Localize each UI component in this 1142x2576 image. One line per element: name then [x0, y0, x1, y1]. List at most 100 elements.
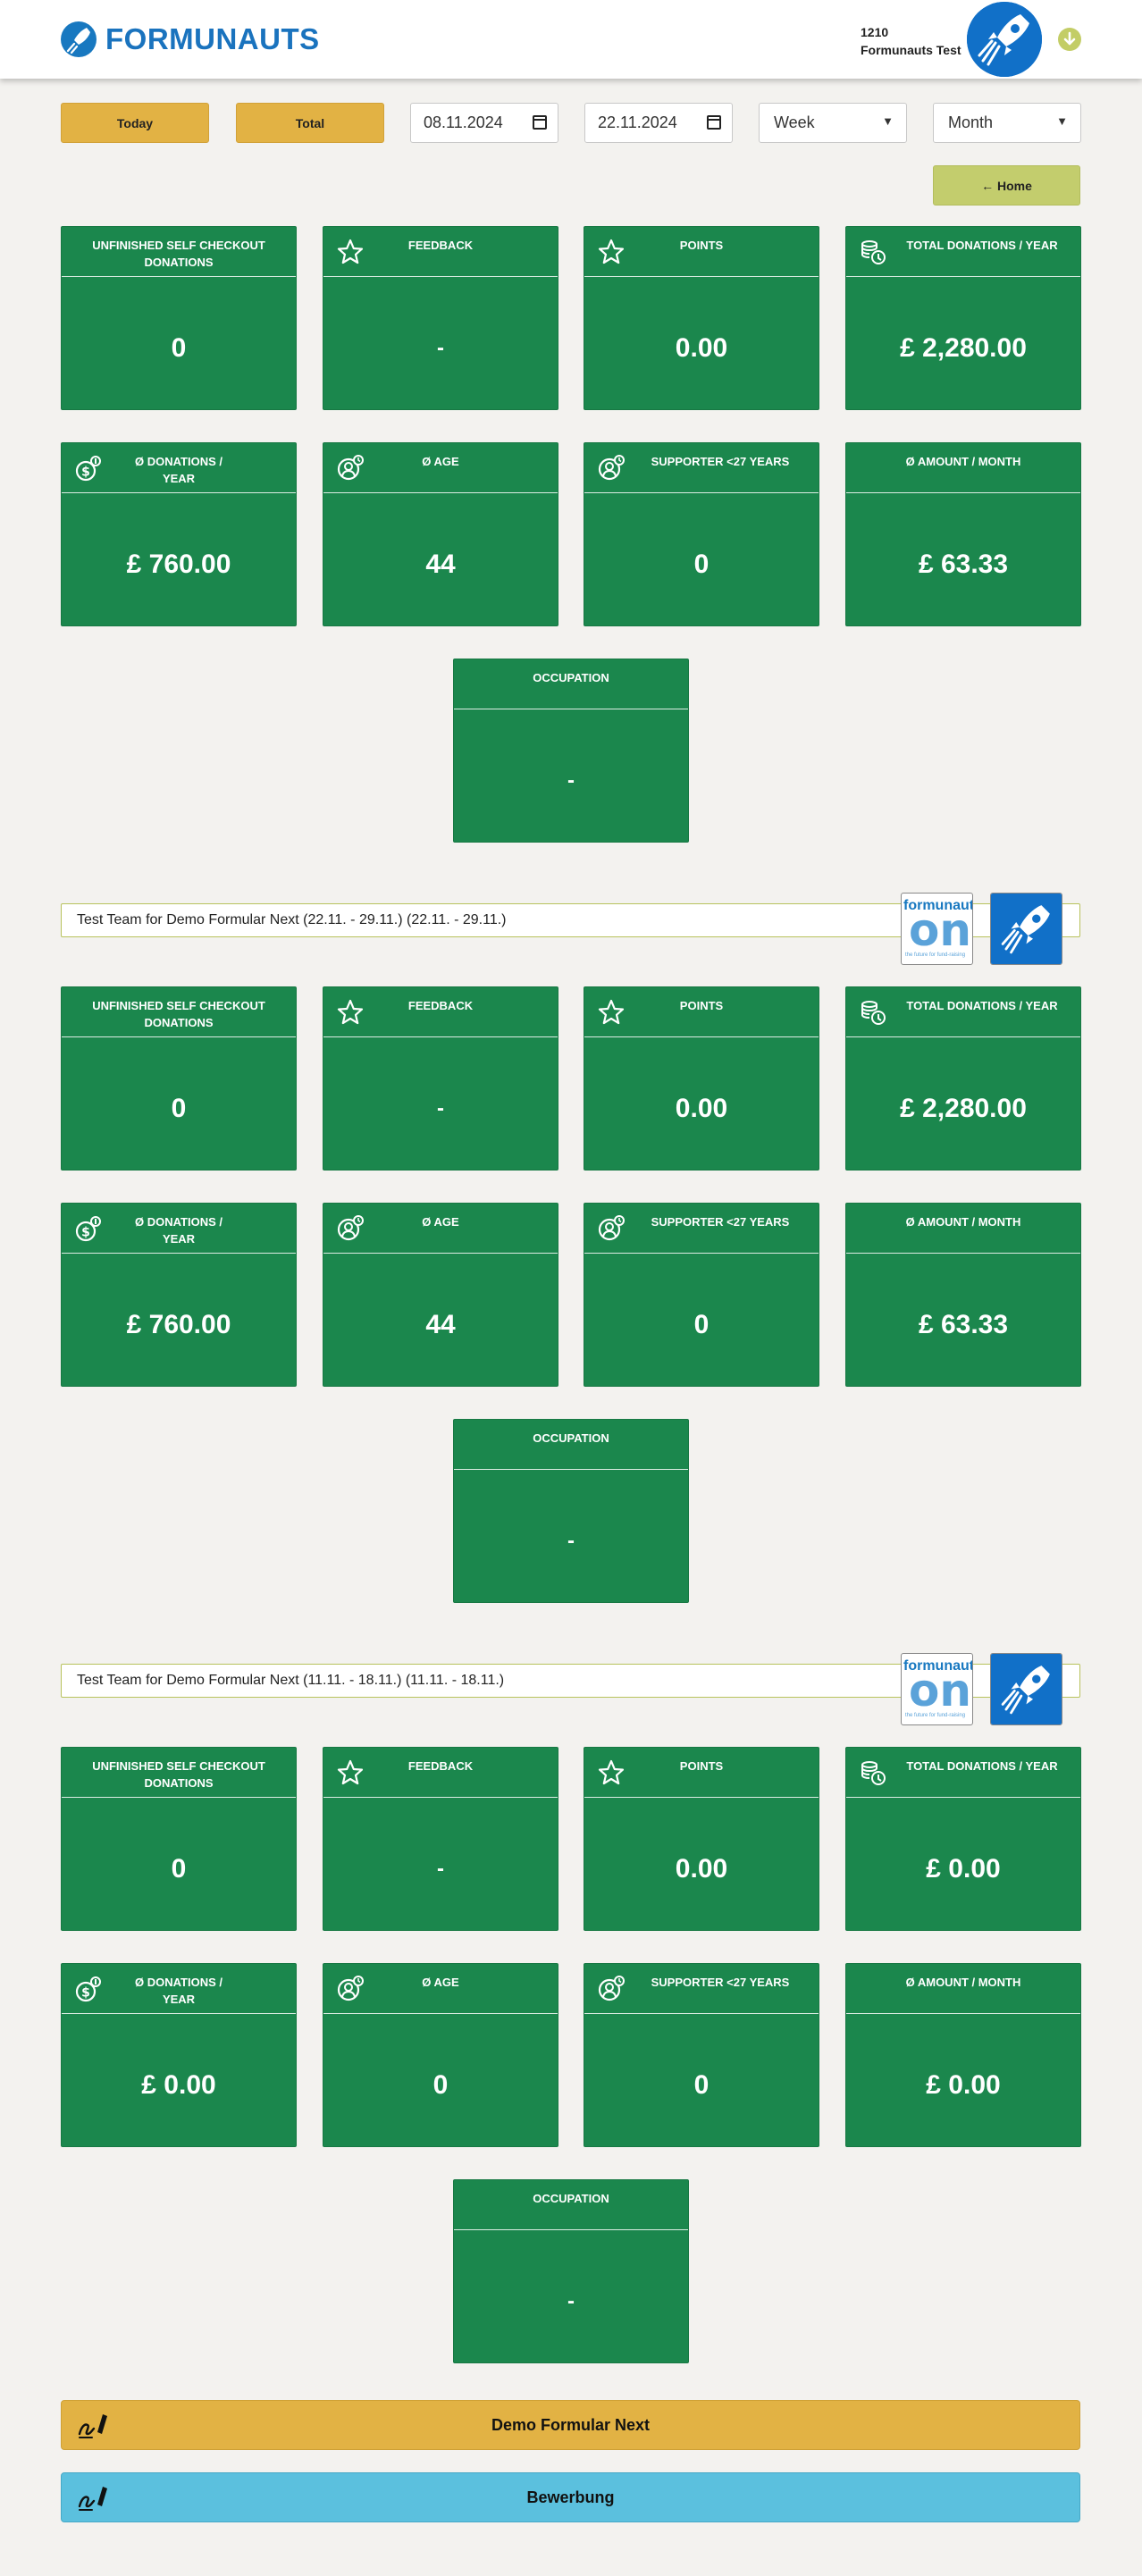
- tile-value: 0: [171, 333, 187, 363]
- coins-icon: [859, 998, 887, 1027]
- tile-title: Total donations / year: [906, 999, 1058, 1012]
- demo-formular-next-label: Demo Formular Next: [491, 2415, 651, 2434]
- date-to-input[interactable]: 22.11.2024: [584, 103, 733, 143]
- chevron-down-icon: ▼: [1056, 114, 1068, 128]
- arrow-down-icon: [1063, 31, 1076, 46]
- rocket-icon: [967, 2, 1042, 77]
- star-icon: [597, 238, 626, 266]
- person-icon: [336, 1975, 365, 2003]
- tile-value: -: [567, 768, 575, 793]
- tile-value: -: [437, 1096, 444, 1120]
- tile-value: -: [567, 2289, 575, 2313]
- stat-tile-avg-donations: Ø Donations / year £ 760.00: [61, 1203, 297, 1387]
- rocket-logo-icon: [61, 21, 97, 57]
- date-from-input[interactable]: 08.11.2024: [410, 103, 558, 143]
- demo-formular-next-button[interactable]: Demo Formular Next: [61, 2400, 1080, 2450]
- tile-value: -: [567, 1529, 575, 1553]
- tile-value: 44: [425, 550, 456, 579]
- bewerbung-button[interactable]: Bewerbung: [61, 2472, 1080, 2522]
- tile-value: £ 63.33: [918, 550, 1009, 579]
- tile-title: Occupation: [533, 2192, 609, 2205]
- tile-value: -: [437, 336, 444, 360]
- tile-title: Ø Age: [422, 1976, 459, 1989]
- stat-tile-total-donations: Total donations / year £ 0.00: [845, 1747, 1081, 1931]
- calendar-icon[interactable]: [707, 115, 721, 130]
- calendar-icon[interactable]: [533, 115, 547, 130]
- tile-title: Supporter <27 years: [651, 455, 790, 468]
- brand-logo[interactable]: FORMUNAUTS: [61, 21, 320, 57]
- coins-icon: [859, 1758, 887, 1787]
- dollar-coin-icon: [74, 454, 103, 482]
- home-button[interactable]: ← Home: [933, 165, 1080, 206]
- interval-select-value: Week: [774, 113, 815, 131]
- tile-value: 0: [432, 2070, 449, 2100]
- tile-title: Points: [679, 1759, 724, 1773]
- stat-tile-feedback: Feedback -: [323, 986, 558, 1171]
- person-icon: [597, 1975, 626, 2003]
- stat-tile-amount-month: Ø Amount / month £ 63.33: [845, 442, 1081, 626]
- star-icon: [336, 1758, 365, 1787]
- tile-value: 0: [693, 2070, 710, 2100]
- tile-value: 0.00: [675, 1854, 728, 1884]
- coins-icon: [859, 238, 887, 266]
- top-header: FORMUNAUTS 1210 Formunauts Test: [0, 0, 1142, 79]
- signature-icon: [76, 2483, 110, 2513]
- stat-tile-supporter: Supporter <27 years 0: [584, 1203, 819, 1387]
- brand-name: FORMUNAUTS: [105, 22, 320, 55]
- stat-tile-age: Ø Age 44: [323, 1203, 558, 1387]
- tile-value: -: [437, 1857, 444, 1881]
- star-icon: [336, 998, 365, 1027]
- tile-value: 44: [425, 1310, 456, 1339]
- tile-title: Supporter <27 years: [651, 1976, 790, 1989]
- person-icon: [597, 454, 626, 482]
- stat-tile-occupation: Occupation -: [453, 1419, 689, 1603]
- tile-title: Occupation: [533, 1431, 609, 1445]
- tile-title: Total donations / year: [906, 1759, 1058, 1773]
- avatar[interactable]: [967, 2, 1042, 77]
- stat-tile-age: Ø Age 44: [323, 442, 558, 626]
- today-button[interactable]: Today: [61, 103, 209, 143]
- tile-title: Ø Amount / month: [905, 455, 1021, 468]
- dollar-coin-icon: [74, 1975, 103, 2003]
- user-id: 1210: [861, 25, 889, 39]
- tile-value: £ 63.33: [918, 1310, 1009, 1339]
- tile-title: Supporter <27 years: [651, 1215, 790, 1229]
- tile-title: Ø Donations / year: [135, 1215, 223, 1246]
- stat-tile-avg-donations: Ø Donations / year £ 0.00: [61, 1963, 297, 2147]
- bewerbung-label: Bewerbung: [526, 2488, 615, 2506]
- total-button[interactable]: Total: [236, 103, 384, 143]
- dollar-coin-icon: [74, 1214, 103, 1243]
- stat-tile-avg-donations: Ø Donations / year £ 760.00: [61, 442, 297, 626]
- badge-product: one: [909, 904, 972, 956]
- tile-title: Feedback: [407, 239, 474, 252]
- tile-value: 0: [693, 550, 710, 579]
- stat-tile-age: Ø Age 0: [323, 1963, 558, 2147]
- interval-select[interactable]: Week ▼: [759, 103, 907, 143]
- rocket-badge: [990, 1653, 1062, 1725]
- stat-tile-supporter: Supporter <27 years 0: [584, 1963, 819, 2147]
- stat-tile-feedback: Feedback -: [323, 1747, 558, 1931]
- period-select[interactable]: Month ▼: [933, 103, 1081, 143]
- tile-title: Unfinished self checkout donations: [92, 999, 265, 1029]
- tile-title: Ø Amount / month: [905, 1976, 1021, 1989]
- stat-tile-unfinished: Unfinished self checkout donations 0: [61, 226, 297, 410]
- signature-icon: [76, 2411, 110, 2441]
- person-icon: [597, 1214, 626, 1243]
- formunauts-one-logo: formunauts one the future for fund-raisi…: [901, 893, 973, 965]
- tile-title: Ø Donations / year: [135, 1976, 223, 2006]
- stat-tile-points: Points 0.00: [584, 986, 819, 1171]
- tile-value: £ 2,280.00: [900, 333, 1027, 363]
- tile-title: Unfinished self checkout donations: [92, 1759, 265, 1790]
- date-from-value: 08.11.2024: [424, 113, 503, 131]
- badge-tagline: the future for fund-raising: [905, 1713, 966, 1718]
- star-icon: [336, 238, 365, 266]
- tile-title: Unfinished self checkout donations: [92, 239, 265, 269]
- stat-tile-unfinished: Unfinished self checkout donations 0: [61, 1747, 297, 1931]
- tile-value: 0.00: [675, 1094, 728, 1123]
- star-icon: [597, 1758, 626, 1787]
- stat-tile-unfinished: Unfinished self checkout donations 0: [61, 986, 297, 1171]
- tile-title: Ø Amount / month: [905, 1215, 1021, 1229]
- user-menu-button[interactable]: [1058, 28, 1081, 51]
- tile-value: 0.00: [675, 333, 728, 363]
- rocket-icon: [991, 1654, 1062, 1724]
